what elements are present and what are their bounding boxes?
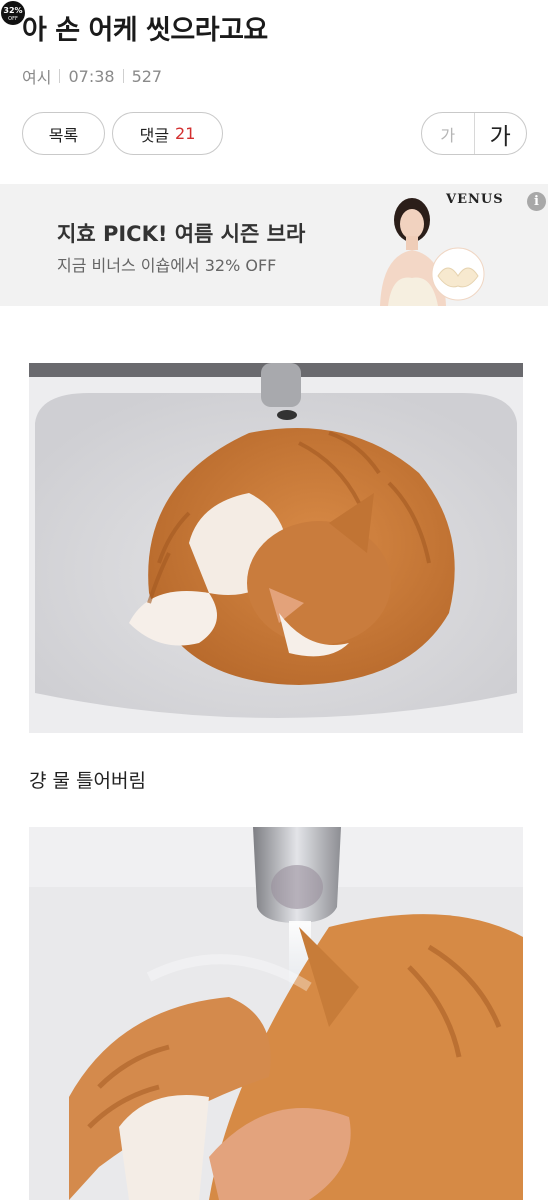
font-size-large-button[interactable]: 가 bbox=[475, 113, 527, 154]
ad-headline: 지효 PICK! 여름 시즌 브라 bbox=[57, 222, 306, 246]
post-image-cat-in-sink bbox=[29, 363, 523, 733]
ad-subtext: 지금 비너스 이숍에서 32% OFF bbox=[57, 256, 277, 275]
ad-brand-logo: VENUS bbox=[446, 192, 504, 207]
ad-banner[interactable]: 지효 PICK! 여름 시즌 브라 지금 비너스 이숍에서 32% OFF VE… bbox=[0, 184, 548, 306]
meta-divider bbox=[59, 69, 61, 83]
comments-count: 21 bbox=[175, 124, 196, 143]
author-name: 여시 bbox=[22, 68, 52, 87]
meta-divider bbox=[122, 69, 124, 83]
comments-button-label: 댓글 bbox=[139, 125, 170, 145]
view-count: 527 bbox=[131, 66, 163, 86]
discount-badge-off: OFF bbox=[8, 16, 18, 22]
post-title: 아 손 어케 씻으라고요 bbox=[22, 15, 268, 46]
post-image-cat-under-faucet bbox=[29, 827, 523, 1200]
ad-info-icon[interactable]: i bbox=[527, 192, 546, 211]
list-button-label: 목록 bbox=[48, 125, 79, 145]
font-size-toggle: 가 가 bbox=[421, 112, 527, 155]
font-size-small-button[interactable]: 가 bbox=[422, 113, 475, 154]
post-meta: 여시 07:38 527 bbox=[22, 64, 162, 88]
discount-badge-percent: 32% bbox=[3, 6, 22, 15]
post-caption: 걍 물 틀어버림 bbox=[29, 770, 146, 792]
post-time: 07:38 bbox=[68, 66, 115, 86]
comments-button[interactable]: 댓글 21 bbox=[112, 112, 223, 155]
list-button[interactable]: 목록 bbox=[22, 112, 105, 155]
ad-model-image bbox=[380, 198, 485, 306]
